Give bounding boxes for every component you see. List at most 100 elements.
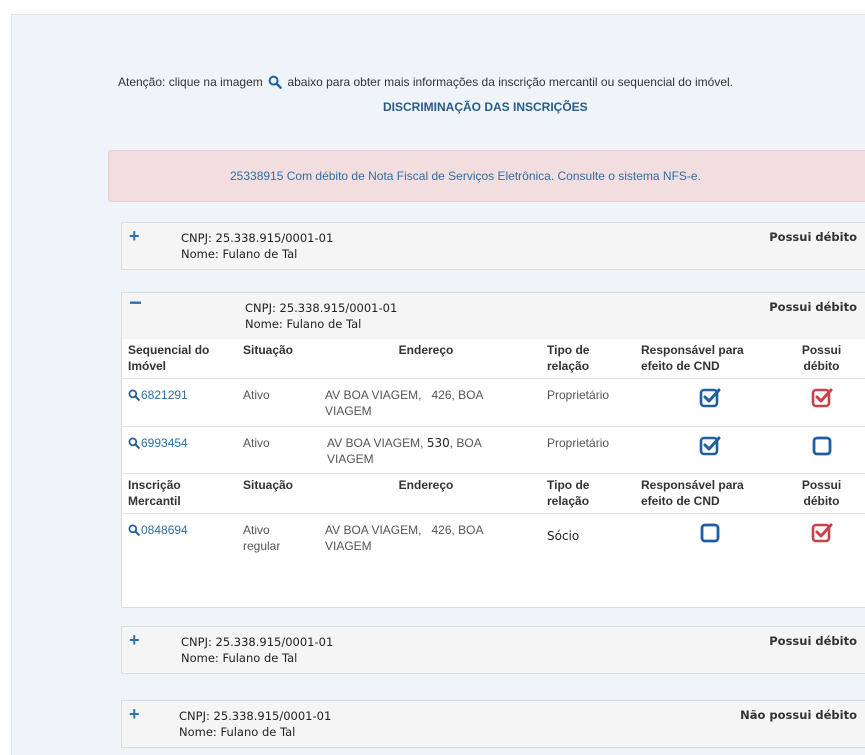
table-row: 0848694 Ativo regular AV BOA VIAGEM, 426,… [122, 513, 865, 564]
endereco-line: VIAGEM [325, 404, 372, 418]
name-value: Fulano de Tal [220, 725, 296, 739]
endereco-cell: AV BOA VIAGEM, 426, BOA VIAGEM [311, 378, 541, 427]
cnpj-value: 25.338.915/0001-01 [215, 231, 334, 245]
plus-icon[interactable]: + [129, 705, 145, 725]
endereco-cell: AV BOA VIAGEM, 426, BOA VIAGEM [311, 513, 541, 564]
responsavel-cell [635, 426, 785, 474]
card-header: − CNPJ: 25.338.915/0001-01 Nome: Fulano … [122, 292, 865, 339]
situacao-line: regular [243, 539, 281, 553]
checkbox-checked-icon[interactable] [811, 387, 833, 409]
sequencial-value: 6993454 [141, 436, 188, 450]
cnpj-label: CNPJ: [245, 301, 276, 315]
col-header: Endereço [311, 473, 541, 514]
col-header: Tipo de relação [541, 473, 635, 514]
plus-icon[interactable]: + [129, 227, 145, 247]
col-header: Possui débito [785, 473, 865, 514]
col-header: Responsável para efeito de CND [635, 473, 785, 514]
cnpj-card: + CNPJ: 25.338.915/0001-01 Nome: Fulano … [121, 700, 865, 748]
col-header: Situação [237, 473, 311, 514]
sequencial-value: 6821291 [141, 388, 188, 402]
card-info: CNPJ: 25.338.915/0001-01 Nome: Fulano de… [181, 230, 333, 262]
name-label: Nome: [179, 725, 217, 739]
inscricao-value: 0848694 [141, 523, 188, 537]
responsavel-cell [635, 513, 785, 564]
col-header: Possui débito [801, 343, 842, 373]
cnpj-card-expanded: − CNPJ: 25.338.915/0001-01 Nome: Fulano … [121, 292, 865, 608]
table-header-row: Sequencial do Imóvel Situação Endereço T… [122, 339, 865, 379]
name-label: Nome: [245, 317, 283, 331]
search-icon [128, 437, 140, 449]
detail-link[interactable]: 6993454 [128, 436, 188, 450]
plus-icon[interactable]: + [129, 631, 145, 651]
col-header: Responsável para efeito de CND [641, 343, 744, 373]
debit-status: Possui débito [769, 300, 857, 314]
cnpj-value: 25.338.915/0001-01 [215, 635, 334, 649]
situacao-cell: Ativo [237, 426, 311, 474]
name-value: Fulano de Tal [222, 651, 298, 665]
attention-notice: Atenção: clique na imagem abaixo para ob… [118, 75, 865, 89]
col-header: Tipo de relação [547, 343, 590, 373]
cnpj-value: 25.338.915/0001-01 [279, 301, 398, 315]
checkbox-checked-icon[interactable] [811, 522, 833, 544]
situacao-cell: Ativo [237, 378, 311, 427]
debit-status: Possui débito [769, 634, 857, 648]
card-info: CNPJ: 25.338.915/0001-01 Nome: Fulano de… [181, 634, 333, 666]
notice-suffix: abaixo para obter mais informações da in… [287, 75, 733, 89]
checkbox-empty-icon[interactable] [811, 435, 833, 457]
detail-link[interactable]: 6821291 [128, 388, 188, 402]
alert-message: 25338915 Com débito de Nota Fiscal de Se… [230, 169, 701, 183]
situacao-line: Ativo [243, 523, 270, 537]
responsavel-cell [635, 378, 785, 427]
endereco-line: AV BOA VIAGEM, 426, BOA [325, 523, 484, 537]
tipo-cell: Sócio [541, 513, 635, 564]
tipo-cell: Proprietário [541, 426, 635, 474]
endereco-line: , BOA [449, 436, 482, 450]
alert-box: 25338915 Com débito de Nota Fiscal de Se… [108, 150, 865, 202]
cnpj-card: + CNPJ: 25.338.915/0001-01 Nome: Fulano … [121, 626, 865, 674]
checkbox-empty-icon[interactable] [699, 522, 721, 544]
search-icon [128, 524, 140, 536]
search-icon [268, 75, 282, 89]
minus-icon[interactable]: − [129, 292, 145, 314]
search-icon [128, 389, 140, 401]
debit-status: Não possui débito [740, 708, 857, 722]
card-info: CNPJ: 25.338.915/0001-01 Nome: Fulano de… [245, 300, 397, 332]
cnpj-label: CNPJ: [179, 709, 210, 723]
card-info: CNPJ: 25.338.915/0001-01 Nome: Fulano de… [179, 708, 331, 740]
endereco-number: 530 [426, 436, 450, 450]
checkbox-checked-icon[interactable] [699, 435, 721, 457]
debito-cell [785, 513, 865, 564]
endereco-line: AV BOA VIAGEM, [327, 436, 424, 450]
checkbox-checked-icon[interactable] [699, 387, 721, 409]
cnpj-value: 25.338.915/0001-01 [213, 709, 332, 723]
card-header: + CNPJ: 25.338.915/0001-01 Nome: Fulano … [122, 627, 865, 673]
card-header: + CNPJ: 25.338.915/0001-01 Nome: Fulano … [122, 223, 865, 269]
table-row: 6993454 Ativo AV BOA VIAGEM, 530, BOA VIA… [122, 426, 865, 474]
col-header: Inscrição Mercantil [122, 473, 237, 514]
name-label: Nome: [181, 247, 219, 261]
table-row: 6821291 Ativo AV BOA VIAGEM, 426, BOA VIA… [122, 378, 865, 427]
name-value: Fulano de Tal [286, 317, 362, 331]
endereco-line: AV BOA VIAGEM, 426, BOA [325, 388, 484, 402]
col-header: Sequencial do Imóvel [128, 343, 210, 373]
section-title: DISCRIMINAÇÃO DAS INSCRIÇÕES [383, 100, 588, 114]
debito-cell [785, 378, 865, 427]
tipo-cell: Proprietário [541, 378, 635, 427]
cnpj-card: + CNPJ: 25.338.915/0001-01 Nome: Fulano … [121, 222, 865, 270]
debito-cell [785, 426, 865, 474]
table-header-row: Inscrição Mercantil Situação Endereço Ti… [122, 473, 865, 514]
col-header: Endereço [398, 343, 454, 357]
card-header: + CNPJ: 25.338.915/0001-01 Nome: Fulano … [122, 701, 865, 747]
imoveis-table: Sequencial do Imóvel Situação Endereço T… [122, 339, 865, 564]
endereco-cell: AV BOA VIAGEM, 530, BOA VIAGEM [311, 426, 541, 474]
detail-link[interactable]: 0848694 [128, 523, 188, 537]
notice-prefix: Atenção: clique na imagem [118, 75, 263, 89]
cnpj-label: CNPJ: [181, 231, 212, 245]
name-value: Fulano de Tal [222, 247, 298, 261]
col-header: Situação [243, 343, 294, 357]
cnpj-label: CNPJ: [181, 635, 212, 649]
endereco-line: VIAGEM [327, 452, 374, 466]
name-label: Nome: [181, 651, 219, 665]
debit-status: Possui débito [769, 230, 857, 244]
endereco-line: VIAGEM [325, 539, 372, 553]
